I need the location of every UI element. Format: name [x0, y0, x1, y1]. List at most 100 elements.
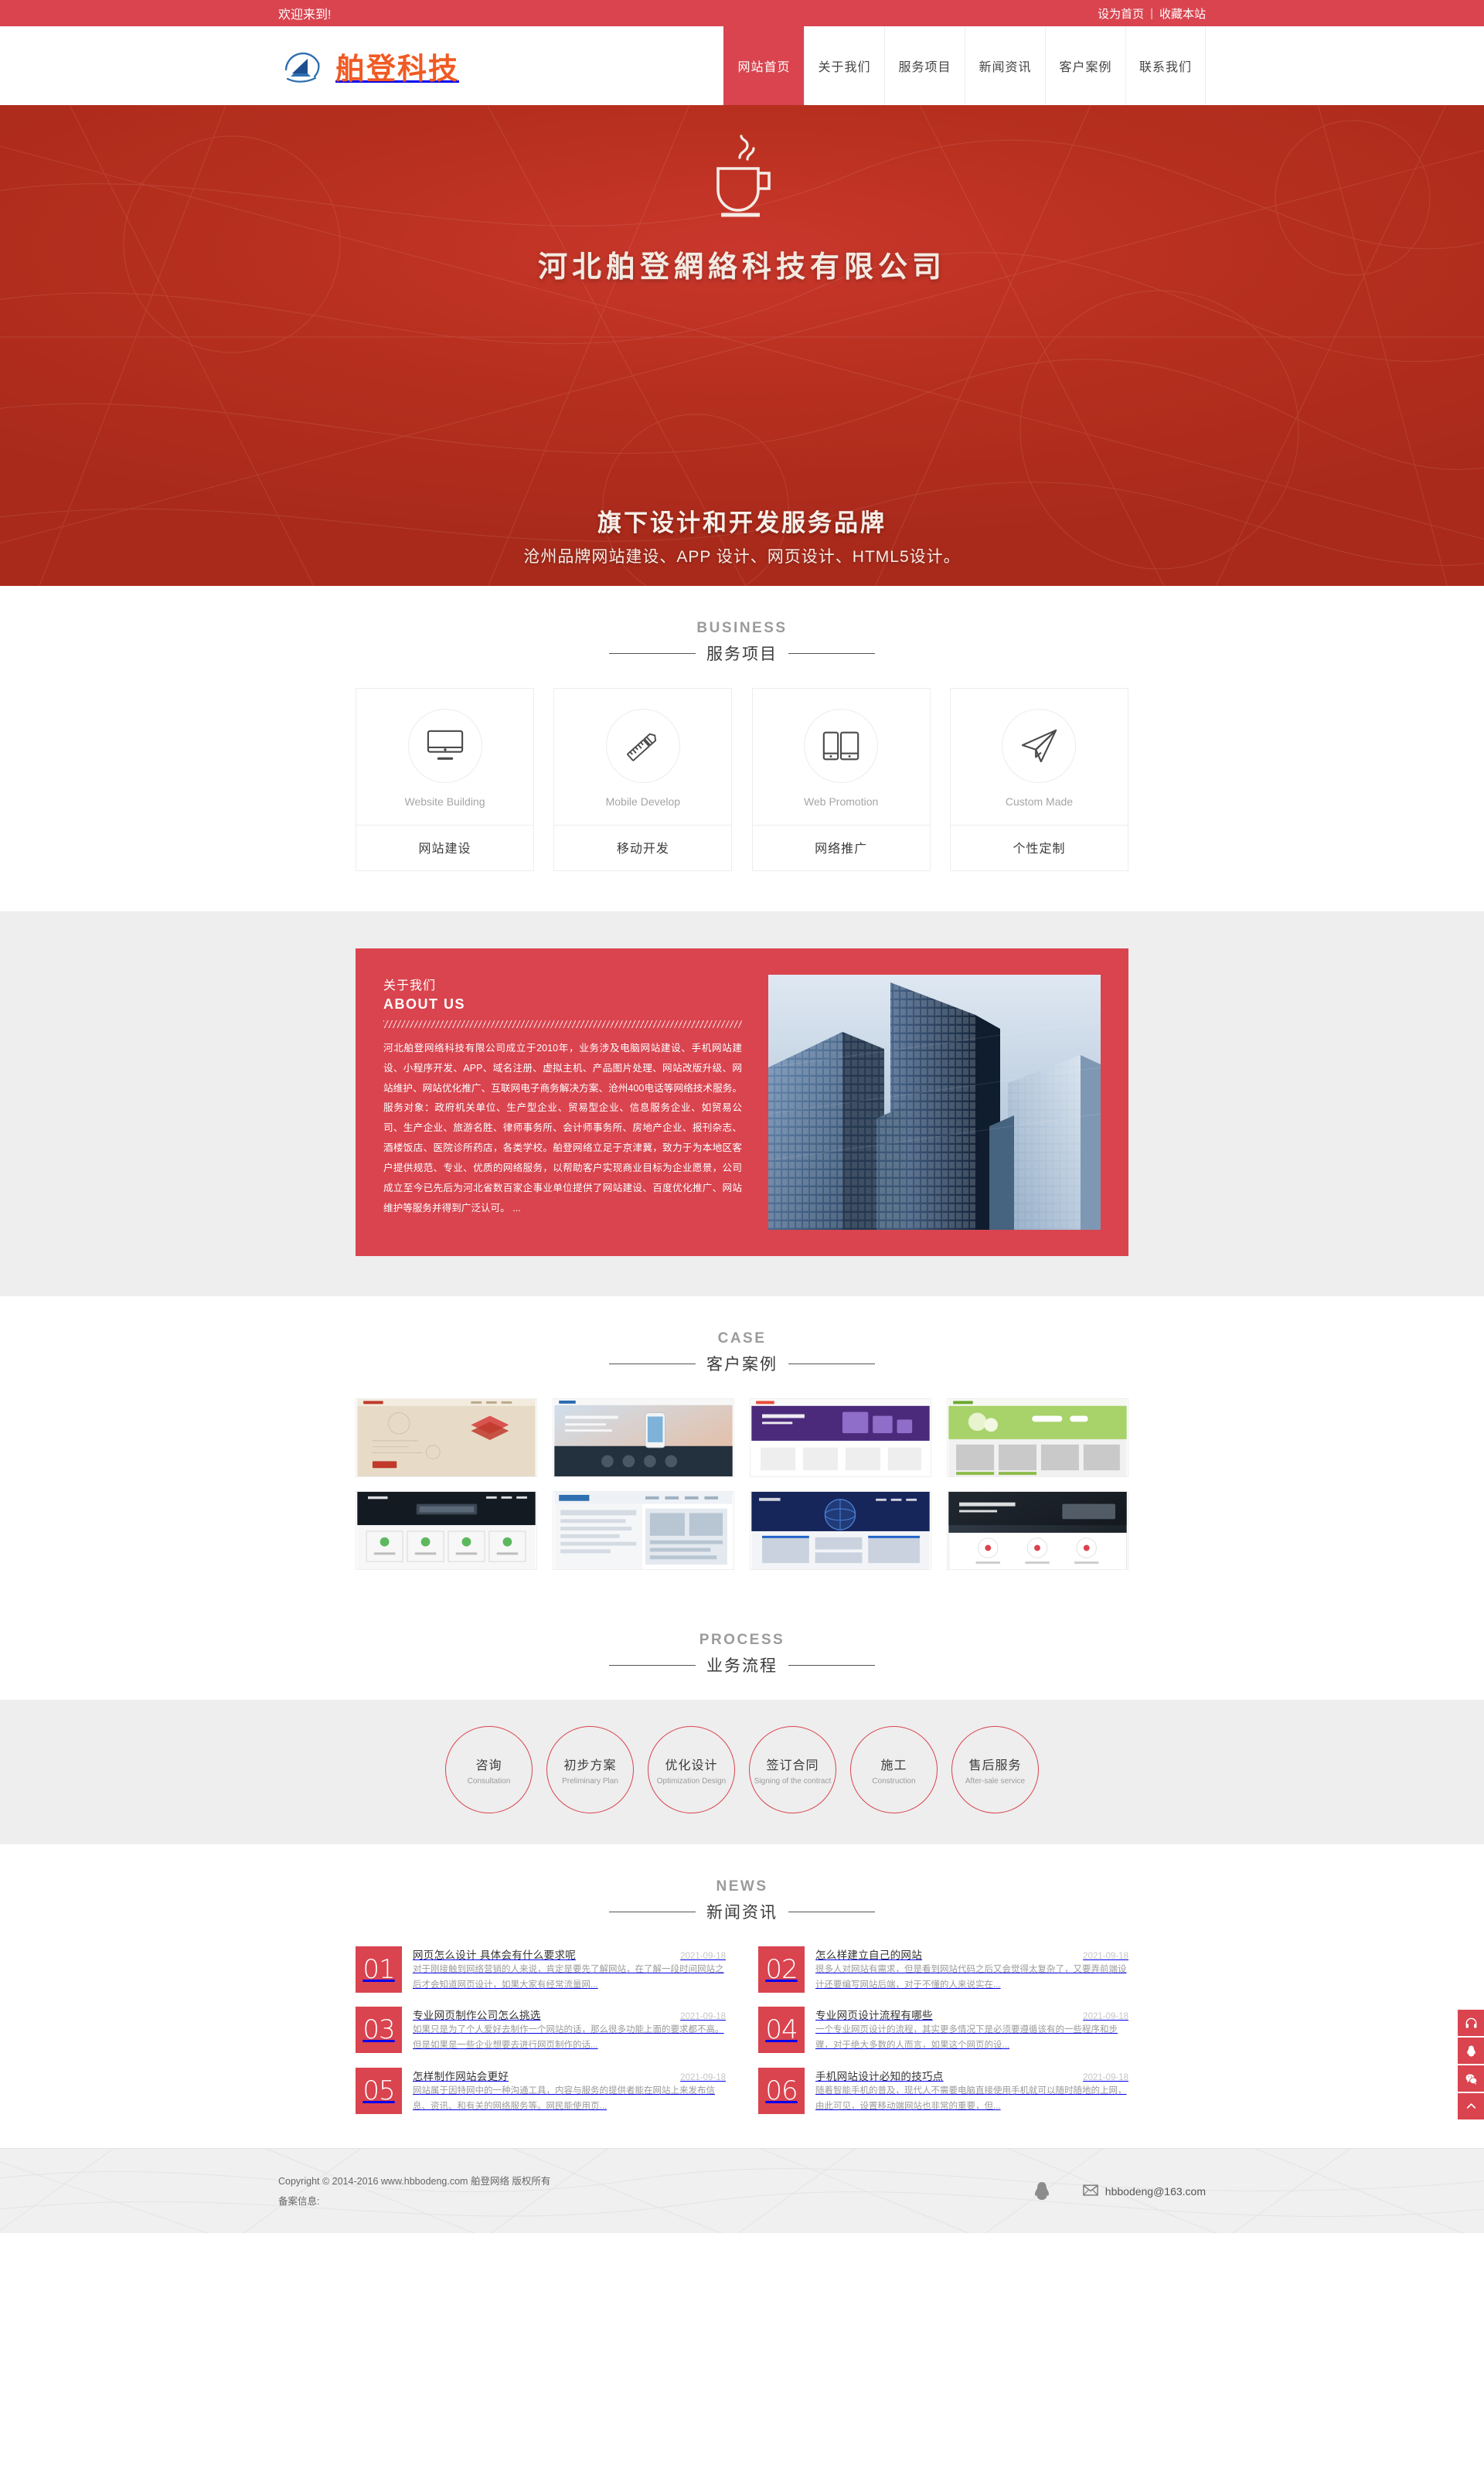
- case-thumbnail-2[interactable]: [553, 1398, 734, 1477]
- footer-copyright-block: Copyright © 2014-2016 www.hbbodeng.com 舶…: [278, 2171, 550, 2212]
- news-title: 手机网站设计必知的技巧点: [815, 2070, 944, 2082]
- hero-slogan-block: 旗下设计和开发服务品牌 沧州品牌网站建设、APP 设计、网页设计、HTML5设计…: [0, 503, 1484, 567]
- nav-item-service[interactable]: 服务项目: [884, 26, 965, 105]
- case-thumbnail-1[interactable]: [356, 1398, 537, 1477]
- envelope-icon: [1082, 2184, 1098, 2198]
- business-card-website-building[interactable]: Website Building 网站建设: [356, 688, 534, 871]
- bookmark-site-link[interactable]: 收藏本站: [1159, 5, 1206, 22]
- news-summary: 一个专业网页设计的流程，其实更多情况下是必须要遵循该有的一些程序和步骤，对于绝大…: [815, 2025, 1118, 2051]
- footer-email-text: hbbodeng@163.com: [1104, 2184, 1206, 2198]
- business-card-custom-made[interactable]: Custom Made 个性定制: [949, 688, 1128, 871]
- process-step-en: After-sale service: [965, 1776, 1026, 1786]
- news-item-05[interactable]: 05 怎样制作网站会更好 2021-09-18 网站属于因特网中的一种沟通工具，…: [356, 2067, 726, 2114]
- process-step-en: Construction: [872, 1776, 916, 1786]
- case-section: CASE 客户案例: [0, 1296, 1484, 1598]
- nav-item-contact[interactable]: 联系我们: [1125, 26, 1206, 105]
- business-card-web-promotion[interactable]: Web Promotion 网络推广: [751, 688, 931, 871]
- process-step-after-sale-service[interactable]: 售后服务 After-sale service: [951, 1726, 1039, 1813]
- about-heading-en: ABOUT US: [383, 996, 465, 1012]
- site-logo[interactable]: 舶登科技: [278, 26, 459, 105]
- process-step-consultation[interactable]: 咨询 Consultation: [445, 1726, 533, 1813]
- process-step-signing-contract[interactable]: 签订合同 Signing of the contract: [749, 1726, 836, 1813]
- case-heading-cn: 客户案例: [706, 1356, 778, 1374]
- process-step-preliminary-plan[interactable]: 初步方案 Preliminary Plan: [546, 1726, 634, 1813]
- link-separator: |: [1150, 6, 1153, 20]
- news-summary: 网站属于因特网中的一种沟通工具，内容与服务的提供者能在网站上来发布信息、资讯、和…: [413, 2085, 715, 2111]
- qq-penguin-icon[interactable]: [1033, 2181, 1050, 2201]
- business-card-cn: 网络推广: [815, 843, 868, 856]
- business-heading-en: BUSINESS: [696, 620, 788, 636]
- news-date: 2021-09-18: [1083, 2012, 1128, 2022]
- business-card-cn: 个性定制: [1013, 843, 1066, 856]
- case-thumbnail-7[interactable]: [750, 1491, 931, 1570]
- qq-chat-button[interactable]: [1458, 2038, 1484, 2064]
- nav-item-about[interactable]: 关于我们: [804, 26, 884, 105]
- back-to-top-button[interactable]: [1458, 2093, 1484, 2119]
- business-card-cn: 移动开发: [616, 843, 669, 856]
- about-image-column: [768, 975, 1101, 1230]
- about-section: 关于我们 ABOUT US 河北舶登网络科技有限公司成立于2010年，业务涉及电…: [0, 911, 1484, 1296]
- set-homepage-link[interactable]: 设为首页: [1098, 5, 1144, 22]
- nav-item-case[interactable]: 客户案例: [1045, 26, 1125, 105]
- news-index-badge: 03: [356, 2007, 402, 2054]
- wechat-qr-button[interactable]: [1458, 2065, 1484, 2092]
- process-step-cn: 施工: [880, 1759, 907, 1772]
- news-item-01[interactable]: 01 网页怎么设计 具体会有什么要求呢 2021-09-18 对于刚接触到网络营…: [356, 1946, 726, 1993]
- news-index-badge: 01: [356, 1946, 402, 1993]
- case-thumbnail-8[interactable]: [947, 1491, 1128, 1570]
- news-date: 2021-09-18: [680, 1952, 726, 1961]
- site-footer: Copyright © 2014-2016 www.hbbodeng.com 舶…: [0, 2147, 1484, 2233]
- heading-rule-left: [609, 652, 696, 654]
- arrow-up-icon: [1465, 2101, 1477, 2113]
- news-item-04[interactable]: 04 专业网页设计流程有哪些 2021-09-18 一个专业网页设计的流程，其实…: [758, 2007, 1128, 2054]
- news-title: 怎么样建立自己的网站: [815, 1949, 922, 1961]
- process-step-cn: 初步方案: [563, 1759, 617, 1772]
- business-section: BUSINESS 服务项目 Website Building 网站建设 Mobi…: [0, 586, 1484, 911]
- news-date: 2021-09-18: [1083, 1952, 1128, 1961]
- nav-item-news[interactable]: 新闻资讯: [965, 26, 1045, 105]
- topbar-links: 设为首页 | 收藏本站: [1098, 5, 1206, 22]
- online-service-button[interactable]: [1458, 2010, 1484, 2036]
- business-card-mobile-develop[interactable]: Mobile Develop 移动开发: [553, 688, 733, 871]
- process-step-list: 咨询 Consultation 初步方案 Preliminary Plan 优化…: [0, 1726, 1484, 1813]
- about-panel: 关于我们 ABOUT US 河北舶登网络科技有限公司成立于2010年，业务涉及电…: [356, 948, 1128, 1256]
- process-step-en: Preliminary Plan: [562, 1776, 618, 1786]
- devices-icon: [804, 709, 879, 783]
- paper-plane-icon: [1002, 709, 1077, 783]
- about-heading-cn: 关于我们: [383, 979, 437, 992]
- logo-text: 舶登科技: [335, 51, 460, 86]
- process-heading-en: PROCESS: [699, 1632, 785, 1648]
- case-thumbnail-6[interactable]: [553, 1491, 734, 1570]
- news-item-02[interactable]: 02 怎么样建立自己的网站 2021-09-18 很多人对网站有需求，但是看到网…: [758, 1946, 1128, 1993]
- footer-email-row[interactable]: hbbodeng@163.com: [1082, 2184, 1206, 2198]
- process-step-cn: 咨询: [475, 1759, 502, 1772]
- main-navigation: 网站首页 关于我们 服务项目 新闻资讯 客户案例 联系我们: [723, 26, 1206, 105]
- hero-banner: 河北舶登網絡科技有限公司 旗下设计和开发服务品牌 沧州品牌网站建设、APP 设计…: [0, 105, 1484, 586]
- business-card-en: Website Building: [404, 795, 485, 808]
- news-date: 2021-09-18: [680, 2072, 726, 2082]
- case-section-heading: CASE 客户案例: [0, 1296, 1484, 1398]
- news-item-06[interactable]: 06 手机网站设计必知的技巧点 2021-09-18 随着智能手机的普及，现代人…: [758, 2067, 1128, 2114]
- business-card-en: Web Promotion: [804, 795, 879, 808]
- wechat-qr-icon: [1465, 2072, 1478, 2085]
- news-title: 专业网页制作公司怎么挑选: [413, 2010, 541, 2022]
- business-card-list: Website Building 网站建设 Mobile Develop 移动开…: [356, 688, 1128, 911]
- process-step-optimization-design[interactable]: 优化设计 Optimization Design: [648, 1726, 735, 1813]
- heading-rule-left: [609, 1664, 696, 1666]
- news-heading-en: NEWS: [716, 1878, 768, 1895]
- process-step-construction[interactable]: 施工 Construction: [850, 1726, 938, 1813]
- floating-side-toolbar: [1458, 2010, 1484, 2121]
- copyright-text: Copyright © 2014-2016 www.hbbodeng.com 舶…: [278, 2175, 551, 2187]
- case-heading-en: CASE: [717, 1330, 767, 1347]
- news-index-badge: 04: [758, 2007, 805, 2054]
- news-summary: 很多人对网站有需求，但是看到网站代码之后又会觉得太复杂了，又要弄前端设计还要编写…: [815, 1965, 1127, 1990]
- news-item-03[interactable]: 03 专业网页制作公司怎么挑选 2021-09-18 如果只是为了个人爱好去制作…: [356, 2007, 726, 2054]
- case-thumbnail-5[interactable]: [356, 1491, 537, 1570]
- case-thumbnail-4[interactable]: [947, 1398, 1128, 1477]
- news-summary: 如果只是为了个人爱好去制作一个网站的话，那么很多功能上面的要求都不高。但是如果是…: [413, 2025, 724, 2051]
- nav-item-home[interactable]: 网站首页: [723, 26, 804, 105]
- news-date: 2021-09-18: [1083, 2072, 1128, 2082]
- heading-rule-right: [788, 652, 875, 654]
- headset-service-icon: [1465, 2017, 1478, 2030]
- case-thumbnail-3[interactable]: [750, 1398, 931, 1477]
